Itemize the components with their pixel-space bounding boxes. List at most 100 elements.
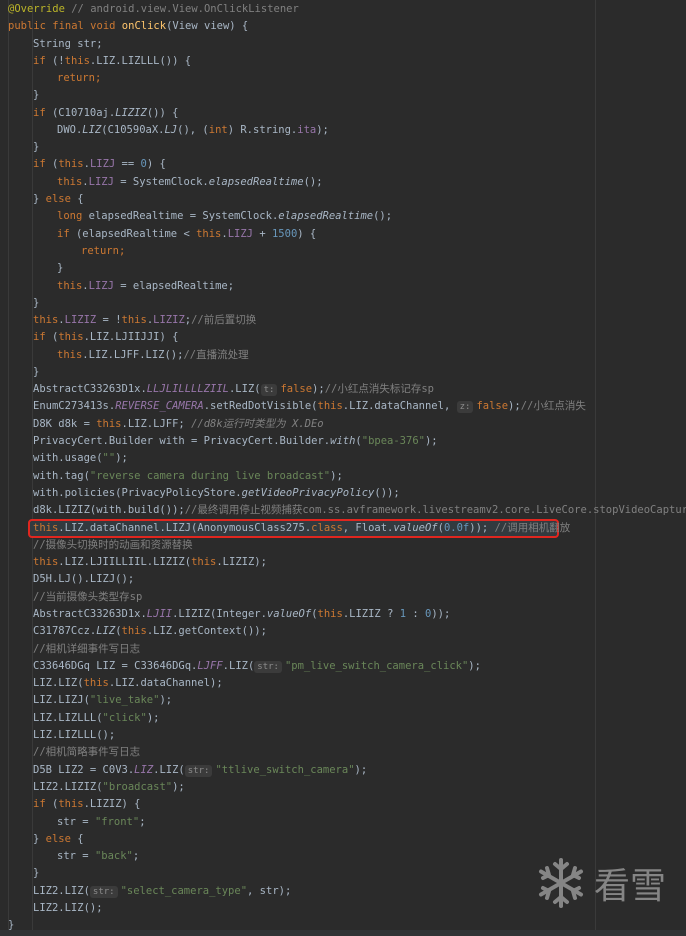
code-text: AbstractC33263D1x. (33, 383, 147, 395)
keyword: if (33, 158, 46, 170)
string-literal: "front" (94, 816, 140, 828)
code-editor[interactable]: @Override // android.view.View.OnClickLi… (0, 0, 686, 936)
code-text: .LIZIZ); (216, 556, 267, 568)
code-line: if (this.LIZIZ) { (33, 796, 141, 813)
number: 0.0f (443, 522, 470, 534)
code-text: str = (57, 816, 95, 828)
code-line: if (this.LIZ.LJIIJJI) { (33, 329, 178, 346)
comment: // android.view.View.OnClickListener (71, 3, 299, 15)
code-text: AbstractC33263D1x. (33, 608, 147, 620)
code-text: ); (115, 452, 128, 464)
code-text: C33646DGq (33, 660, 97, 672)
field: LIZJ (88, 176, 114, 188)
code-text: ); (468, 660, 481, 672)
string-literal: "bpea-376" (361, 435, 425, 447)
code-line: str = "back"; (57, 848, 139, 865)
code-text: .LIZ.dataChannel); (108, 677, 223, 689)
code-line: this.LIZ.LJIILLIIL.LIZIZ(this.LIZIZ); (33, 554, 267, 571)
static-field: LIZ (134, 764, 154, 776)
code-line: return; (81, 243, 125, 260)
keyword: else (45, 833, 71, 845)
code-text: } (33, 833, 46, 845)
code-line: D5B LIZ2 = C0V3.LIZ.LIZ(str: "ttlive_swit… (33, 762, 367, 779)
code-text: D8K d8k = (33, 418, 97, 430)
field: LIZIZ (153, 314, 185, 326)
code-text: { (70, 833, 84, 845)
code-text: ); (312, 383, 325, 395)
code-line: if (this.LIZJ == 0) { (33, 156, 166, 173)
code-text: (! (45, 55, 65, 67)
code-line: } else { (33, 831, 84, 848)
code-text: ) { (146, 158, 166, 170)
code-line: str = "front"; (57, 814, 146, 831)
keyword: this (317, 608, 343, 620)
code-text: ()); (374, 487, 400, 499)
static-call: LIZIZ (115, 107, 147, 119)
comment: //相机简略事件写日志 (33, 746, 141, 758)
code-text: LIZ.LIZLLL( (33, 712, 103, 724)
code-text: d8k.LIZIZ(with.build()); (33, 504, 185, 516)
code-line: DWO.LIZ(C10590aX.LJ(), (int) R.string.it… (57, 122, 329, 139)
code-text: .LIZ.dataChannel.LIZJ(AnonymousClass275. (58, 522, 312, 534)
code-text: String str; (33, 38, 103, 50)
parameter-hint: str: (89, 886, 118, 898)
code-text: + (253, 228, 272, 240)
code-text: = C0V3. (83, 764, 135, 776)
code-line: with.tag("reverse camera during live bro… (33, 468, 343, 485)
keyword: this (317, 400, 343, 412)
code-text: .LIZ.LJFF.LIZ(); (82, 349, 184, 361)
string-literal: "pm_live_switch_camera_click" (284, 660, 469, 672)
comment: //摄像头切换时的动画和资源替换 (33, 539, 193, 551)
keyword: this (196, 228, 222, 240)
static-field: LJII (146, 608, 173, 620)
field: LIZJ (88, 280, 114, 292)
string-literal: "click" (102, 712, 147, 724)
comment: //小红点消失 (520, 400, 586, 412)
code-text: ; (118, 245, 126, 257)
code-line: PrivacyCert.Builder with = PrivacyCert.B… (33, 433, 438, 450)
code-text: ); (316, 124, 329, 136)
code-text: } (33, 141, 40, 153)
keyword: if (33, 107, 46, 119)
code-text: .LIZ.getContext()); (146, 625, 267, 637)
static-call: with (330, 435, 356, 447)
code-line: } (33, 87, 39, 104)
code-text: (View view) { (166, 20, 249, 32)
code-text: LIZ2.LIZ( (33, 885, 90, 897)
code-line: if (elapsedRealtime < this.LIZJ + 1500) … (57, 226, 316, 243)
string-literal: "broadcast" (102, 781, 173, 793)
code-line: if (!this.LIZ.LIZLLL()) { (33, 53, 191, 70)
keyword: if (33, 798, 46, 810)
code-text: .LIZ( (153, 764, 185, 776)
field: LIZIZ (64, 314, 97, 326)
code-text: = elapsedRealtime; (113, 280, 235, 292)
code-text: } (57, 262, 64, 274)
code-text: C31787Ccz. (33, 625, 97, 637)
code-text: } (33, 297, 40, 309)
code-line: with.policies(PrivacyPolicyStore.getVide… (33, 485, 400, 502)
string-literal: "" (102, 452, 116, 464)
code-line: this.LIZJ = elapsedRealtime; (57, 278, 234, 295)
keyword: this (58, 158, 84, 170)
code-text: EnumC273413s. (33, 400, 116, 412)
parameter-hint: str: (184, 765, 213, 777)
keyword: this (96, 418, 122, 430)
static-call: LIZ (96, 625, 116, 637)
static-call: elapsedRealtime (278, 210, 374, 222)
keyword: false (476, 400, 509, 412)
code-text: .LIZ( (222, 660, 255, 672)
code-line: } (57, 260, 63, 277)
code-text: .LIZ.LIZLLL()) { (89, 55, 192, 67)
right-margin-guide (595, 0, 596, 936)
code-text: } (33, 193, 46, 205)
parameter-hint: str: (254, 661, 282, 673)
keyword: if (33, 331, 46, 343)
string-literal: "ttlive_switch_camera" (215, 764, 355, 776)
code-text: D5H.LJ().LIZJ(); (33, 573, 135, 585)
code-text: ); (424, 435, 438, 447)
static-field: LLJLILLLLZIIL (146, 383, 229, 395)
code-text: ; (94, 72, 102, 84)
code-text: )); (469, 522, 495, 534)
parameter-hint: z: (456, 401, 474, 413)
code-line: } (33, 364, 39, 381)
